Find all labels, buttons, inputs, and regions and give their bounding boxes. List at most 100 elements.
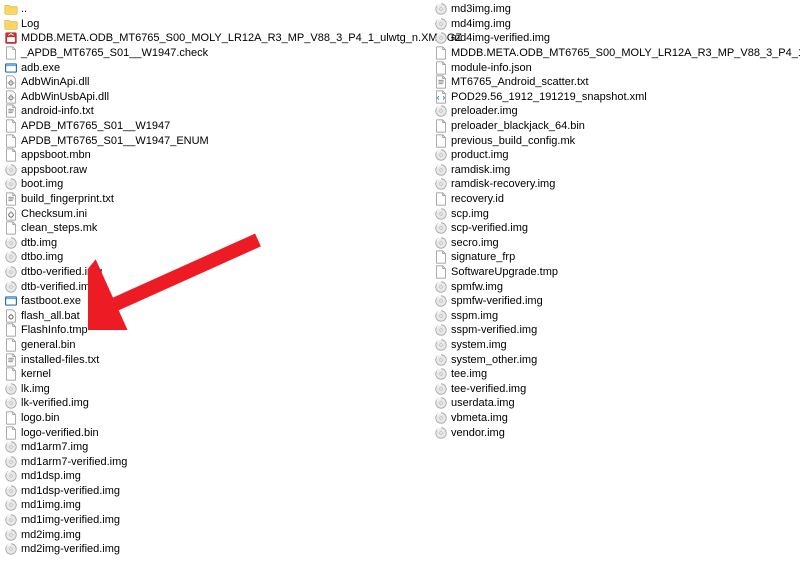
file-item[interactable]: tee-verified.img bbox=[432, 381, 800, 396]
file-name-label: tee-verified.img bbox=[451, 382, 526, 396]
file-item[interactable]: md4img.img bbox=[432, 17, 800, 32]
file-item[interactable]: dtbo-verified.img bbox=[2, 265, 432, 280]
file-column-right: md3img.imgmd4img.imgmd4img-verified.imgM… bbox=[432, 2, 800, 557]
disk-icon bbox=[434, 207, 448, 221]
file-columns: ..LogMDDB.META.ODB_MT6765_S00_MOLY_LR12A… bbox=[2, 2, 800, 557]
file-item[interactable]: previous_build_config.mk bbox=[432, 133, 800, 148]
file-item[interactable]: md3img.img bbox=[432, 2, 800, 17]
file-item[interactable]: APDB_MT6765_S01__W1947_ENUM bbox=[2, 133, 432, 148]
file-name-label: md1dsp.img bbox=[21, 469, 81, 483]
file-name-label: md1dsp-verified.img bbox=[21, 484, 120, 498]
file-item[interactable]: SoftwareUpgrade.tmp bbox=[432, 265, 800, 280]
file-item[interactable]: userdata.img bbox=[432, 396, 800, 411]
file-item[interactable]: sspm.img bbox=[432, 308, 800, 323]
file-name-label: logo.bin bbox=[21, 411, 60, 425]
file-item[interactable]: fastboot.exe bbox=[2, 294, 432, 309]
file-name-label: appsboot.raw bbox=[21, 163, 87, 177]
file-item[interactable]: md1dsp-verified.img bbox=[2, 484, 432, 499]
file-item[interactable]: kernel bbox=[2, 367, 432, 382]
file-name-label: MDDB.META.ODB_MT6765_S00_MOLY_LR12A_R3_M… bbox=[451, 46, 800, 60]
file-item[interactable]: MDDB.META.ODB_MT6765_S00_MOLY_LR12A_R3_M… bbox=[432, 46, 800, 61]
file-item[interactable]: system_other.img bbox=[432, 352, 800, 367]
file-item[interactable]: installed-files.txt bbox=[2, 352, 432, 367]
file-item[interactable]: build_fingerprint.txt bbox=[2, 192, 432, 207]
file-item[interactable]: flash_all.bat bbox=[2, 308, 432, 323]
file-item[interactable]: AdbWinUsbApi.dll bbox=[2, 90, 432, 105]
file-item[interactable]: preloader.img bbox=[432, 104, 800, 119]
file-name-label: md1img-verified.img bbox=[21, 513, 120, 527]
file-item[interactable]: MT6765_Android_scatter.txt bbox=[432, 75, 800, 90]
file-item[interactable]: lk.img bbox=[2, 381, 432, 396]
file-item[interactable]: APDB_MT6765_S01__W1947 bbox=[2, 119, 432, 134]
file-item[interactable]: ramdisk-recovery.img bbox=[432, 177, 800, 192]
file-item[interactable]: recovery.id bbox=[432, 192, 800, 207]
disk-icon bbox=[434, 367, 448, 381]
file-item[interactable]: secro.img bbox=[432, 236, 800, 251]
file-name-label: system.img bbox=[451, 338, 507, 352]
file-name-label: tee.img bbox=[451, 367, 487, 381]
file-item[interactable]: lk-verified.img bbox=[2, 396, 432, 411]
file-item[interactable]: sspm-verified.img bbox=[432, 323, 800, 338]
file-item[interactable]: preloader_blackjack_64.bin bbox=[432, 119, 800, 134]
file-item[interactable]: scp.img bbox=[432, 206, 800, 221]
file-name-label: lk.img bbox=[21, 382, 50, 396]
file-item[interactable]: system.img bbox=[432, 338, 800, 353]
file-name-label: kernel bbox=[21, 367, 51, 381]
file-item[interactable]: dtbo.img bbox=[2, 250, 432, 265]
file-item[interactable]: md1img.img bbox=[2, 498, 432, 513]
file-item[interactable]: FlashInfo.tmp bbox=[2, 323, 432, 338]
file-item[interactable]: appsboot.mbn bbox=[2, 148, 432, 163]
file-item[interactable]: AdbWinApi.dll bbox=[2, 75, 432, 90]
disk-icon bbox=[4, 455, 18, 469]
file-item[interactable]: .. bbox=[2, 2, 432, 17]
file-icon bbox=[4, 367, 18, 381]
file-item[interactable]: general.bin bbox=[2, 338, 432, 353]
file-item[interactable]: md1arm7-verified.img bbox=[2, 454, 432, 469]
file-name-label: lk-verified.img bbox=[21, 396, 89, 410]
file-name-label: Log bbox=[21, 17, 39, 31]
file-item[interactable]: Log bbox=[2, 17, 432, 32]
file-column-left: ..LogMDDB.META.ODB_MT6765_S00_MOLY_LR12A… bbox=[2, 2, 432, 557]
file-item[interactable]: md2img.img bbox=[2, 527, 432, 542]
file-name-label: spmfw-verified.img bbox=[451, 294, 543, 308]
file-item[interactable]: md2img-verified.img bbox=[2, 542, 432, 557]
file-name-label: clean_steps.mk bbox=[21, 221, 97, 235]
disk-icon bbox=[434, 309, 448, 323]
file-item[interactable]: POD29.56_1912_191219_snapshot.xml bbox=[432, 90, 800, 105]
file-item[interactable]: adb.exe bbox=[2, 60, 432, 75]
file-item[interactable]: ramdisk.img bbox=[432, 163, 800, 178]
file-item[interactable]: tee.img bbox=[432, 367, 800, 382]
disk-icon bbox=[434, 148, 448, 162]
file-item[interactable]: product.img bbox=[432, 148, 800, 163]
file-item[interactable]: _APDB_MT6765_S01__W1947.check bbox=[2, 46, 432, 61]
file-name-label: system_other.img bbox=[451, 353, 537, 367]
file-item[interactable]: md4img-verified.img bbox=[432, 31, 800, 46]
disk-icon bbox=[4, 498, 18, 512]
file-item[interactable]: module-info.json bbox=[432, 60, 800, 75]
exe-icon bbox=[4, 294, 18, 308]
file-item[interactable]: spmfw-verified.img bbox=[432, 294, 800, 309]
file-item[interactable]: md1dsp.img bbox=[2, 469, 432, 484]
file-item[interactable]: vbmeta.img bbox=[432, 411, 800, 426]
txt-icon bbox=[4, 192, 18, 206]
file-item[interactable]: boot.img bbox=[2, 177, 432, 192]
file-item[interactable]: md1arm7.img bbox=[2, 440, 432, 455]
file-item[interactable]: signature_frp bbox=[432, 250, 800, 265]
file-item[interactable]: clean_steps.mk bbox=[2, 221, 432, 236]
file-item[interactable]: logo-verified.bin bbox=[2, 425, 432, 440]
file-item[interactable]: android-info.txt bbox=[2, 104, 432, 119]
file-item[interactable]: appsboot.raw bbox=[2, 163, 432, 178]
file-item[interactable]: MDDB.META.ODB_MT6765_S00_MOLY_LR12A_R3_M… bbox=[2, 31, 432, 46]
file-name-label: installed-files.txt bbox=[21, 353, 99, 367]
file-item[interactable]: md1img-verified.img bbox=[2, 513, 432, 528]
file-item[interactable]: logo.bin bbox=[2, 411, 432, 426]
file-item[interactable]: dtb-verified.img bbox=[2, 279, 432, 294]
file-item[interactable]: spmfw.img bbox=[432, 279, 800, 294]
file-item[interactable]: Checksum.ini bbox=[2, 206, 432, 221]
file-item[interactable]: dtb.img bbox=[2, 236, 432, 251]
file-name-label: scp-verified.img bbox=[451, 221, 528, 235]
file-item[interactable]: scp-verified.img bbox=[432, 221, 800, 236]
file-item[interactable]: vendor.img bbox=[432, 425, 800, 440]
file-name-label: md1arm7.img bbox=[21, 440, 88, 454]
txt-icon bbox=[434, 75, 448, 89]
